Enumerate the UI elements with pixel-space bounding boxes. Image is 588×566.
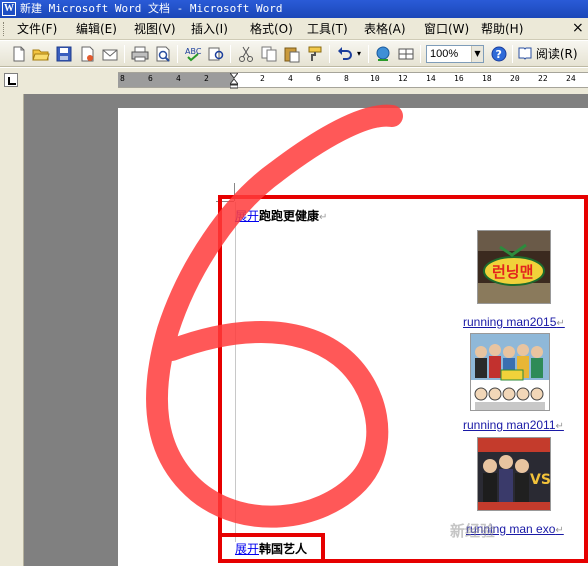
running-man-cast-photo (471, 334, 549, 410)
paragraph-mark: ↵ (555, 421, 564, 432)
print-icon[interactable] (131, 45, 149, 63)
permission-icon[interactable] (78, 45, 96, 63)
reading-layout-icon (518, 47, 532, 60)
tab-selector[interactable] (4, 73, 18, 87)
toolbar-separator (512, 45, 513, 63)
heading-text: 韩国艺人 (259, 542, 308, 556)
help-icon[interactable]: ? (490, 45, 508, 63)
open-folder-icon[interactable] (32, 45, 50, 63)
toolbar-separator (177, 45, 178, 63)
ruler-number: 4 (288, 74, 293, 83)
indent-marker[interactable] (230, 73, 238, 89)
text-boundary (235, 202, 236, 542)
svg-text:?: ? (496, 48, 502, 61)
caption-running-man-2015[interactable]: running man2015↵ (463, 315, 565, 331)
word-app-icon[interactable]: W (2, 2, 16, 16)
toolbar-separator (230, 45, 231, 63)
ruler-bar: 8 6 4 2 2 4 6 8 10 12 14 16 18 20 22 24 (0, 68, 588, 94)
reading-layout-label: 阅读(R) (535, 47, 578, 61)
svg-text:런닝맨: 런닝맨 (492, 263, 533, 281)
ruler-number: 2 (260, 74, 265, 83)
paragraph-mark: ↵ (555, 525, 564, 536)
expand-link[interactable]: 展开 (235, 542, 259, 556)
svg-text:ABC: ABC (185, 47, 202, 56)
undo-icon[interactable] (336, 45, 354, 63)
toolbar-separator (124, 45, 125, 63)
title-bar: W 新建 Microsoft Word 文档 - Microsoft Word (0, 0, 588, 18)
ruler-number: 10 (370, 74, 380, 83)
crop-mark (216, 201, 234, 202)
expand-link[interactable]: 展开 (235, 209, 259, 223)
ruler-number: 22 (538, 74, 548, 83)
menu-table[interactable]: 表格(A) (364, 22, 406, 36)
tables-borders-icon[interactable] (397, 45, 415, 63)
menu-grip[interactable] (3, 22, 6, 36)
toolbar-separator (329, 45, 330, 63)
save-icon[interactable] (55, 45, 73, 63)
ruler-number: 18 (482, 74, 492, 83)
heading-text: 跑跑更健康 (259, 209, 320, 223)
paste-icon[interactable] (283, 45, 301, 63)
crop-mark (234, 183, 235, 201)
paragraph-mark: ↵ (319, 212, 328, 223)
menu-help[interactable]: 帮助(H) (481, 22, 523, 36)
menu-insert[interactable]: 插入(I) (191, 22, 228, 36)
copy-icon[interactable] (260, 45, 278, 63)
close-document-icon[interactable]: × (572, 21, 584, 35)
toolbar-separator (420, 45, 421, 63)
menu-bar: 文件(F) 编辑(E) 视图(V) 插入(I) 格式(O) 工具(T) 表格(A… (0, 18, 588, 40)
research-icon[interactable] (207, 45, 225, 63)
vertical-ruler[interactable] (0, 94, 24, 566)
ruler-number: 4 (176, 74, 181, 83)
paragraph-mark: ↵ (556, 318, 565, 329)
running-man-2011-image[interactable] (470, 333, 550, 411)
ruler-number: 6 (316, 74, 321, 83)
email-icon[interactable] (101, 45, 119, 63)
ruler-number: 8 (344, 74, 349, 83)
print-preview-icon[interactable] (154, 45, 172, 63)
new-doc-icon[interactable] (10, 45, 28, 63)
menu-window[interactable]: 窗口(W) (424, 22, 469, 36)
running-man-2015-image[interactable]: 런닝맨 (477, 230, 551, 304)
spelling-icon[interactable]: ABC (184, 45, 202, 63)
menu-format[interactable]: 格式(O) (250, 22, 293, 36)
zoom-dropdown-icon[interactable]: ▼ (471, 46, 483, 62)
menu-edit[interactable]: 编辑(E) (76, 22, 117, 36)
cut-icon[interactable] (237, 45, 255, 63)
ruler-number: 14 (426, 74, 436, 83)
watermark-text: 新经验 (450, 522, 496, 540)
heading-korean-celebrities: 展开韩国艺人 (235, 541, 307, 557)
window-title: 新建 Microsoft Word 文档 - Microsoft Word (20, 2, 283, 15)
heading-running-man: 展开跑跑更健康↵ (235, 208, 327, 226)
caption-text: running man2011 (463, 418, 556, 432)
ruler-number: 20 (510, 74, 520, 83)
standard-toolbar: ABC ▾ 100% ▼ ? 阅读(R) (0, 41, 588, 67)
ruler-number: 2 (204, 74, 209, 83)
running-man-exo-image[interactable]: VS (477, 437, 551, 511)
menu-tools[interactable]: 工具(T) (307, 22, 348, 36)
caption-running-man-2011[interactable]: running man2011↵ (463, 418, 564, 434)
menu-view[interactable]: 视图(V) (134, 22, 176, 36)
hyperlink-icon[interactable] (374, 45, 392, 63)
undo-dropdown-icon[interactable]: ▾ (354, 45, 364, 63)
svg-text:VS: VS (530, 472, 551, 488)
reading-layout-button[interactable]: 阅读(R) (518, 46, 584, 64)
format-painter-icon[interactable] (306, 45, 324, 63)
toolbar-separator (368, 45, 369, 63)
running-man-logo-image: 런닝맨 (478, 231, 550, 303)
horizontal-ruler[interactable]: 8 6 4 2 2 4 6 8 10 12 14 16 18 20 22 24 (118, 72, 588, 89)
ruler-number: 24 (566, 74, 576, 83)
menu-file[interactable]: 文件(F) (17, 22, 57, 36)
ruler-number: 8 (120, 74, 125, 83)
caption-text: running man2015 (463, 315, 557, 329)
running-man-exo-photo: VS (478, 438, 551, 510)
ruler-number: 6 (148, 74, 153, 83)
ruler-number: 12 (398, 74, 408, 83)
ruler-number: 16 (454, 74, 464, 83)
